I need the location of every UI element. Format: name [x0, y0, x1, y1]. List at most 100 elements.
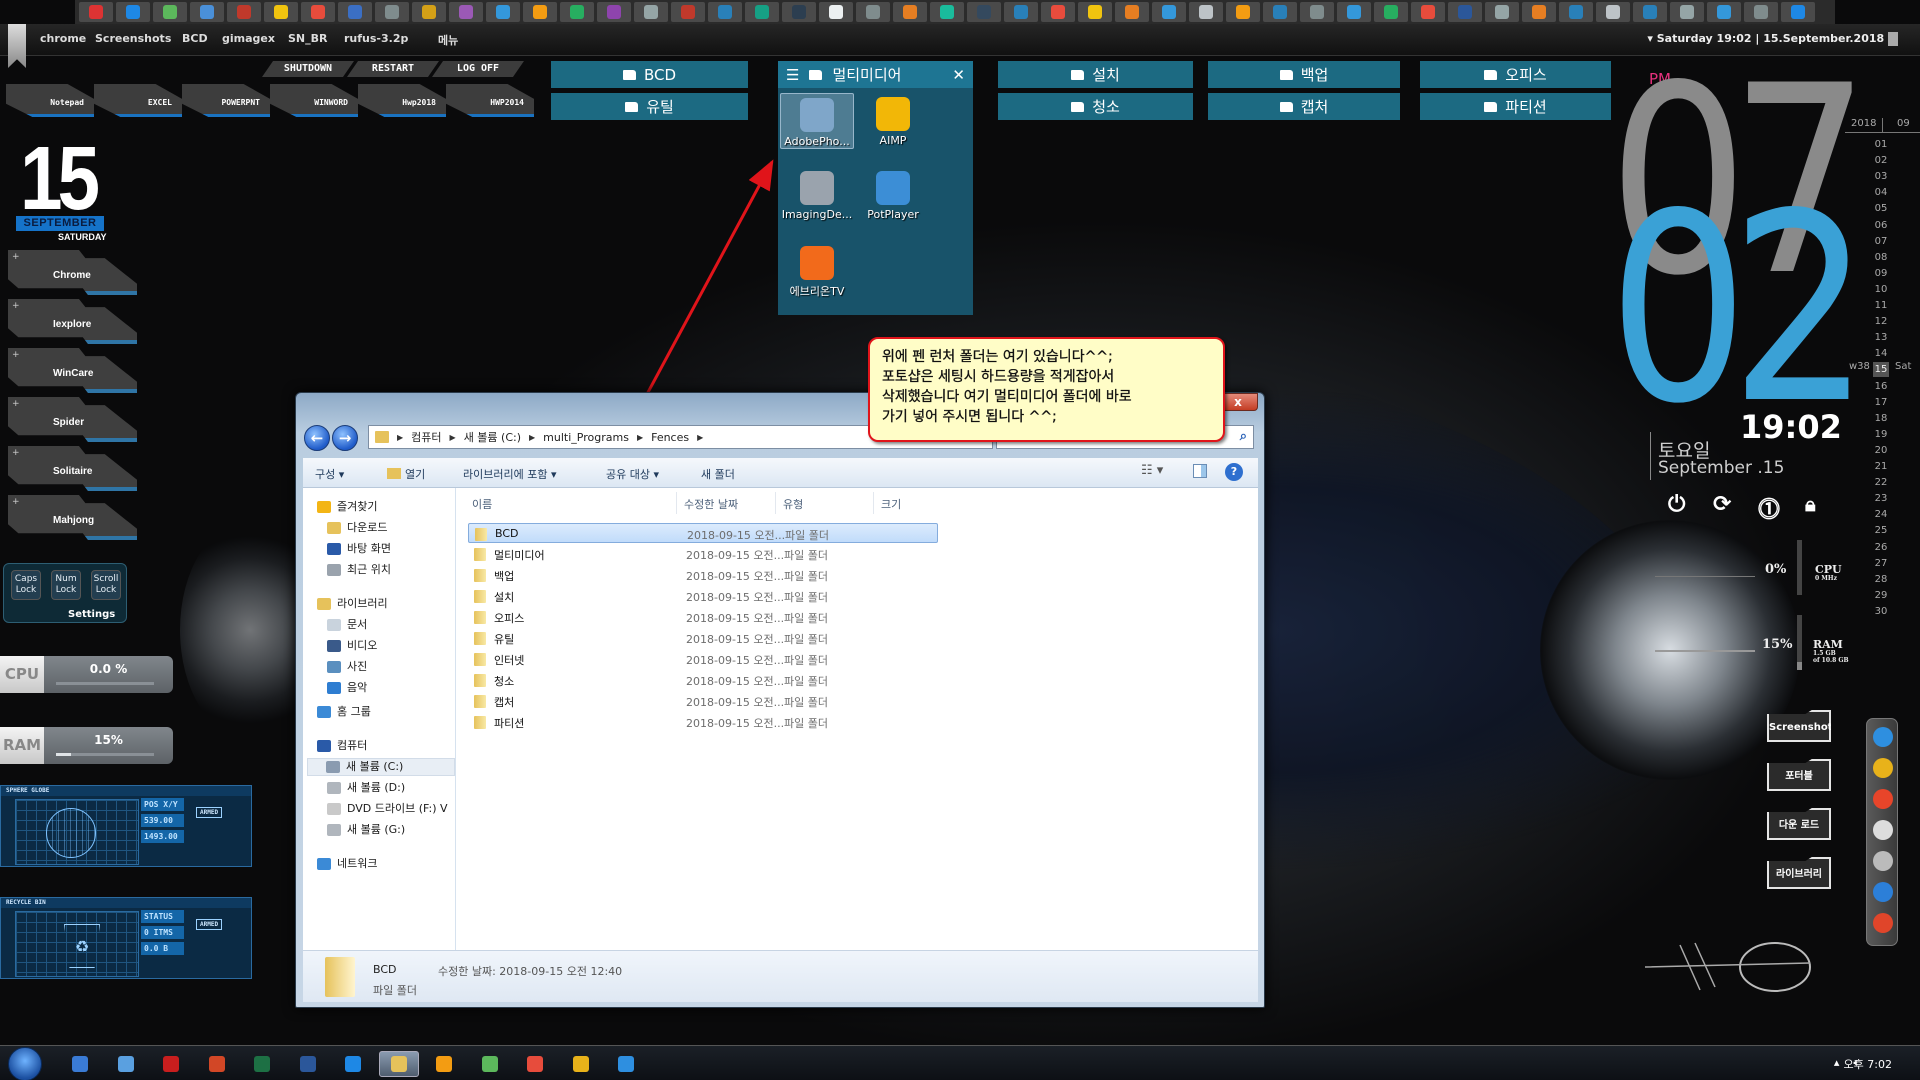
start-button[interactable]: [8, 1047, 42, 1080]
lock-icon[interactable]: 🔒︎: [1805, 492, 1816, 516]
new-folder-button[interactable]: 새 폴더: [701, 466, 735, 482]
taskbar-ie-button[interactable]: [606, 1051, 646, 1077]
file-row[interactable]: 캡처 2018-09-15 오전... 파일 폴더: [468, 691, 938, 711]
column-header[interactable]: 이름: [472, 496, 492, 512]
file-row[interactable]: 인터넷 2018-09-15 오전... 파일 폴더: [468, 649, 938, 669]
taskbar-clock[interactable]: 오후 7:02: [1844, 1056, 1892, 1072]
taskbar-app-button[interactable]: [106, 1051, 146, 1077]
calendar-day[interactable]: 17: [1873, 395, 1889, 410]
calendar-day[interactable]: 01: [1873, 137, 1889, 152]
breadcrumb-separator[interactable]: ▶: [529, 433, 535, 442]
nav-item[interactable]: 새 볼륨 (C:): [307, 758, 455, 776]
file-row[interactable]: 멀티미디어 2018-09-15 오전... 파일 폴더: [468, 544, 938, 564]
taskbar-clover-button[interactable]: [470, 1051, 510, 1077]
file-row[interactable]: BCD 2018-09-15 오전... 파일 폴더: [468, 523, 938, 543]
calendar-day[interactable]: 05: [1873, 201, 1889, 216]
taskbar-chrome-button[interactable]: [561, 1051, 601, 1077]
dock-app-icon[interactable]: [1873, 882, 1893, 902]
calendar-day[interactable]: 28: [1873, 572, 1889, 587]
show-hidden-icons[interactable]: ▴: [1834, 1056, 1840, 1069]
calendar-day[interactable]: 02: [1873, 153, 1889, 168]
breadcrumb-separator[interactable]: ▶: [450, 433, 456, 442]
desktop-folder[interactable]: Screenshots: [1767, 710, 1831, 742]
calendar-day[interactable]: 20: [1873, 443, 1889, 458]
desktop-folder[interactable]: 라이브러리: [1767, 857, 1831, 889]
nav-item[interactable]: 즐겨찾기: [317, 498, 377, 516]
nav-item[interactable]: 라이브러리: [317, 595, 388, 613]
breadcrumb-item[interactable]: 새 볼륨 (C:): [464, 429, 521, 445]
nav-item[interactable]: 최근 위치: [327, 561, 391, 579]
breadcrumb-item[interactable]: multi_Programs: [543, 431, 629, 444]
calendar-day[interactable]: 13: [1873, 330, 1889, 345]
calendar-day[interactable]: 03: [1873, 169, 1889, 184]
dock-app-icon[interactable]: [1873, 913, 1893, 933]
share-with-button[interactable]: 공유 대상 ▾: [606, 466, 659, 482]
nav-item[interactable]: 바탕 화면: [327, 540, 391, 558]
calendar-day[interactable]: 22: [1873, 475, 1889, 490]
breadcrumb-separator[interactable]: ▶: [697, 433, 703, 442]
logoff-icon[interactable]: ⓵: [1758, 492, 1780, 524]
taskbar-word-button[interactable]: [288, 1051, 328, 1077]
dock-app-icon[interactable]: [1873, 727, 1893, 747]
calendar-day[interactable]: 04: [1873, 185, 1889, 200]
taskbar-ccleaner-button[interactable]: [515, 1051, 555, 1077]
nav-item[interactable]: 새 볼륨 (D:): [327, 779, 405, 797]
calendar-day[interactable]: 06: [1873, 218, 1889, 233]
taskbar-app2-button[interactable]: [333, 1051, 373, 1077]
forward-button[interactable]: →: [332, 425, 358, 451]
taskbar-apps-button[interactable]: [60, 1051, 100, 1077]
include-in-library-button[interactable]: 라이브러리에 포함 ▾: [463, 466, 556, 482]
file-row[interactable]: 유틸 2018-09-15 오전... 파일 폴더: [468, 628, 938, 648]
calendar-day[interactable]: 27: [1873, 556, 1889, 571]
calendar-day[interactable]: 12: [1873, 314, 1889, 329]
column-header[interactable]: 유형: [783, 496, 803, 512]
taskbar-excel-button[interactable]: [242, 1051, 282, 1077]
calendar-today[interactable]: 15: [1873, 362, 1889, 378]
dock-app-icon[interactable]: [1873, 820, 1893, 840]
column-header[interactable]: 크기: [881, 496, 901, 512]
file-row[interactable]: 청소 2018-09-15 오전... 파일 폴더: [468, 670, 938, 690]
restart-icon[interactable]: ⟳: [1713, 492, 1731, 517]
file-row[interactable]: 파티션 2018-09-15 오전... 파일 폴더: [468, 712, 938, 732]
nav-item[interactable]: 네트워크: [317, 855, 377, 873]
nav-item[interactable]: 음악: [327, 679, 367, 697]
calendar-day[interactable]: 10: [1873, 282, 1889, 297]
calendar-day[interactable]: 25: [1873, 523, 1889, 538]
help-icon[interactable]: ?: [1225, 463, 1243, 481]
nav-item[interactable]: 컴퓨터: [317, 737, 367, 755]
calendar-day[interactable]: 19: [1873, 427, 1889, 442]
calendar-day[interactable]: 14: [1873, 346, 1889, 361]
file-row[interactable]: 백업 2018-09-15 오전... 파일 폴더: [468, 565, 938, 585]
nav-item[interactable]: 비디오: [327, 637, 377, 655]
taskbar-acrobat-button[interactable]: [151, 1051, 191, 1077]
calendar-day[interactable]: 07: [1873, 234, 1889, 249]
desktop-folder[interactable]: 포터블: [1767, 759, 1831, 791]
breadcrumb-separator[interactable]: ▶: [637, 433, 643, 442]
breadcrumb-separator[interactable]: ▶: [397, 433, 403, 442]
breadcrumb-item[interactable]: 컴퓨터: [411, 429, 441, 445]
dock-app-icon[interactable]: [1873, 851, 1893, 871]
calendar-day[interactable]: 29: [1873, 588, 1889, 603]
organize-button[interactable]: 구성 ▾: [315, 466, 344, 482]
preview-pane-icon[interactable]: [1193, 464, 1207, 478]
taskbar-powerpoint-button[interactable]: [197, 1051, 237, 1077]
taskbar-media-button[interactable]: [424, 1051, 464, 1077]
nav-item[interactable]: 문서: [327, 616, 367, 634]
nav-item[interactable]: 다운로드: [327, 519, 387, 537]
desktop-folder[interactable]: 다운 로드: [1767, 808, 1831, 840]
taskbar-explorer-button[interactable]: [378, 1051, 419, 1077]
calendar-day[interactable]: 09: [1873, 266, 1889, 281]
calendar-day[interactable]: 24: [1873, 507, 1889, 522]
calendar-day[interactable]: 11: [1873, 298, 1889, 313]
calendar-day[interactable]: 18: [1873, 411, 1889, 426]
open-button[interactable]: 열기: [387, 466, 425, 482]
calendar-day[interactable]: 30: [1873, 604, 1889, 619]
power-icon[interactable]: ⏻: [1668, 492, 1685, 517]
back-button[interactable]: ←: [304, 425, 330, 451]
file-row[interactable]: 오피스 2018-09-15 오전... 파일 폴더: [468, 607, 938, 627]
dock-app-icon[interactable]: [1873, 789, 1893, 809]
column-header[interactable]: 수정한 날짜: [684, 496, 738, 512]
search-icon[interactable]: ⌕: [1240, 429, 1247, 444]
calendar-day[interactable]: 16: [1873, 379, 1889, 394]
nav-item[interactable]: 홈 그룹: [317, 703, 371, 721]
